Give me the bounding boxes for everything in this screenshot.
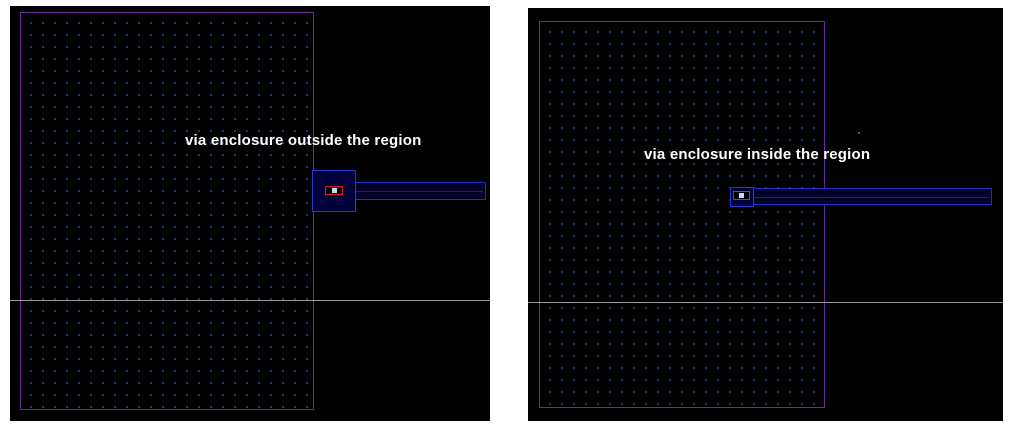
metal-wire[interactable]: [742, 188, 992, 205]
marker-dot: [858, 132, 860, 134]
region-boundary: [20, 12, 314, 410]
via-cut[interactable]: [733, 191, 750, 200]
layout-canvas-outside[interactable]: via enclosure outside the region: [10, 6, 490, 421]
panel-caption: via enclosure outside the region: [185, 132, 422, 149]
via-core: [739, 193, 744, 198]
via-core: [331, 188, 337, 193]
horizontal-guide-line: [10, 300, 490, 301]
via-cut[interactable]: [325, 186, 343, 195]
metal-wire-centerline: [745, 196, 989, 198]
horizontal-guide-line: [528, 302, 1003, 303]
layout-canvas-inside[interactable]: via enclosure inside the region: [528, 8, 1003, 421]
panel-caption: via enclosure inside the region: [644, 146, 871, 163]
region-boundary: [539, 21, 825, 408]
